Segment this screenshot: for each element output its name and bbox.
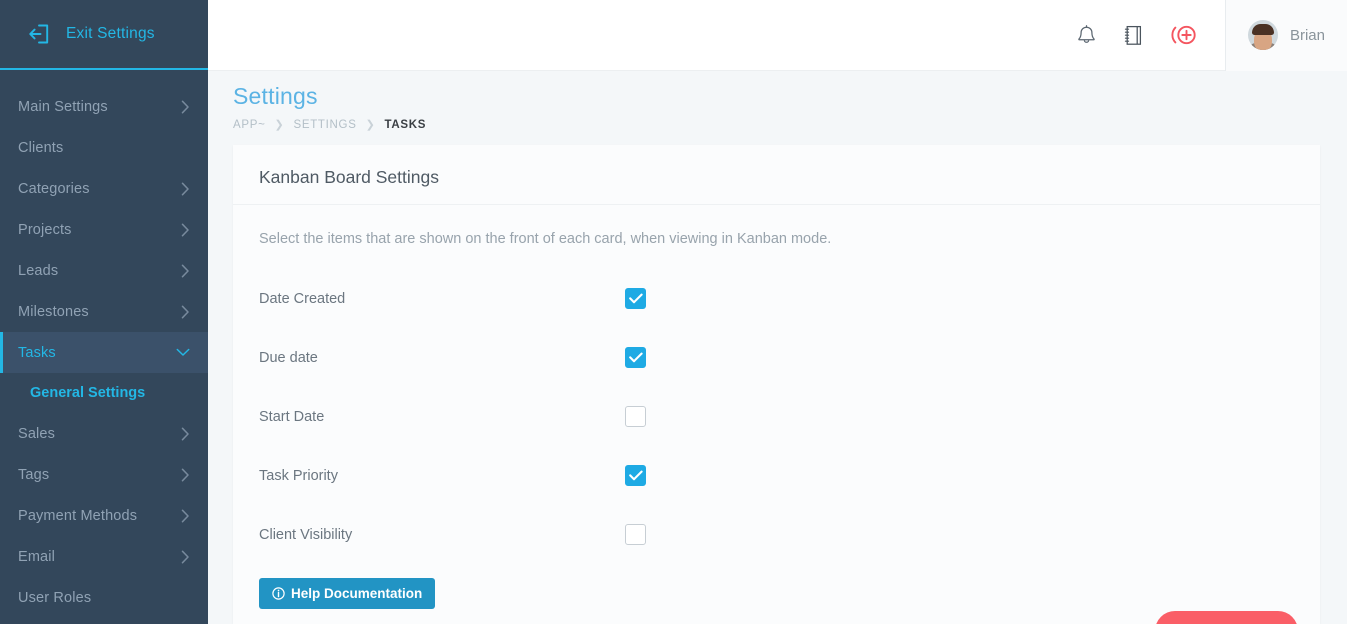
card-description: Select the items that are shown on the f… [259,231,832,247]
exit-icon [26,21,52,47]
checkbox-due-date[interactable] [625,347,646,368]
sidebar-subitem-label: General Settings [30,385,146,401]
settings-page: Exit Settings Main Settings Clients Cate… [0,0,1347,624]
sidebar-item-label: Milestones [18,303,89,320]
option-label: Start Date [259,408,325,425]
sidebar-nav: Main Settings Clients Categories Project… [0,70,208,618]
option-label: Task Priority [259,467,338,484]
sidebar-item-email[interactable]: Email [0,536,208,577]
option-row-task-priority: Task Priority [259,446,1294,505]
sidebar-item-leads[interactable]: Leads [0,250,208,291]
header-icon-group [1076,22,1225,48]
avatar [1247,20,1278,50]
checkbox-date-created[interactable] [625,288,646,309]
top-header: Brian [208,0,1347,71]
sidebar-item-milestones[interactable]: Milestones [0,291,208,332]
breadcrumb-item-settings[interactable]: SETTINGS [293,119,356,131]
info-icon [272,587,285,600]
option-row-date-created: Date Created [259,269,1294,328]
sidebar-item-label: Projects [18,221,72,238]
checkbox-task-priority[interactable] [625,465,646,486]
sidebar-item-label: Tasks [18,344,56,361]
sidebar-item-label: Categories [18,180,90,197]
option-label: Due date [259,349,318,366]
kanban-options-list: Date Created Due date Start Date Task Pr… [233,247,1320,564]
chevron-right-icon [181,264,190,278]
breadcrumb: APP~ ❯ SETTINGS ❯ TASKS [208,110,1347,132]
quick-add-icon[interactable] [1169,22,1199,48]
page-title: Settings [233,83,318,109]
sidebar-item-label: Tags [18,466,50,483]
chevron-right-icon [181,427,190,441]
chevron-right-icon [181,305,190,319]
kanban-board-settings-card: Kanban Board Settings Select the items t… [233,145,1320,624]
card-title: Kanban Board Settings [233,145,1320,205]
breadcrumb-separator-icon: ❯ [365,119,376,131]
sidebar-item-clients[interactable]: Clients [0,127,208,168]
breadcrumb-item-tasks: TASKS [384,118,427,131]
chevron-right-icon [181,100,190,114]
bell-icon[interactable] [1076,24,1097,47]
option-row-due-date: Due date [259,328,1294,387]
chevron-right-icon [181,223,190,237]
chevron-down-icon [176,348,190,357]
sidebar-item-payment-methods[interactable]: Payment Methods [0,495,208,536]
chevron-right-icon [181,182,190,196]
sidebar-item-label: Email [18,548,56,565]
breadcrumb-item-app[interactable]: APP~ [233,119,266,131]
breadcrumb-separator-icon: ❯ [274,119,285,131]
sidebar-item-tags[interactable]: Tags [0,454,208,495]
sidebar-item-label: Clients [18,139,64,156]
sidebar-item-general-settings[interactable]: General Settings [0,373,208,413]
sidebar-item-main-settings[interactable]: Main Settings [0,86,208,127]
sidebar-item-label: User Roles [18,589,92,606]
sidebar-item-label: Main Settings [18,98,108,115]
option-row-start-date: Start Date [259,387,1294,446]
sidebar-item-label: Leads [18,262,59,279]
chevron-right-icon [181,509,190,523]
notebook-icon[interactable] [1123,24,1143,47]
option-row-client-visibility: Client Visibility [259,505,1294,564]
option-label: Date Created [259,290,346,307]
user-menu[interactable]: Brian [1225,0,1347,71]
sidebar-item-projects[interactable]: Projects [0,209,208,250]
help-documentation-label: Help Documentation [291,586,423,601]
checkbox-start-date[interactable] [625,406,646,427]
chevron-right-icon [181,468,190,482]
option-label: Client Visibility [259,526,353,543]
sidebar-item-user-roles[interactable]: User Roles [0,577,208,618]
settings-sidebar: Exit Settings Main Settings Clients Cate… [0,0,208,624]
sidebar-item-tasks[interactable]: Tasks [0,332,208,373]
user-name: Brian [1289,26,1325,44]
exit-settings-button[interactable]: Exit Settings [0,0,208,70]
sidebar-item-label: Sales [18,425,56,442]
main-content: Settings APP~ ❯ SETTINGS ❯ TASKS Kanban … [208,71,1347,624]
sidebar-item-categories[interactable]: Categories [0,168,208,209]
checkbox-client-visibility[interactable] [625,524,646,545]
save-changes-button[interactable]: Save Changes [1154,611,1298,624]
sidebar-item-sales[interactable]: Sales [0,413,208,454]
exit-settings-label: Exit Settings [66,25,155,42]
sidebar-item-label: Payment Methods [18,507,138,524]
help-documentation-button[interactable]: Help Documentation [259,578,436,609]
chevron-right-icon [181,550,190,564]
